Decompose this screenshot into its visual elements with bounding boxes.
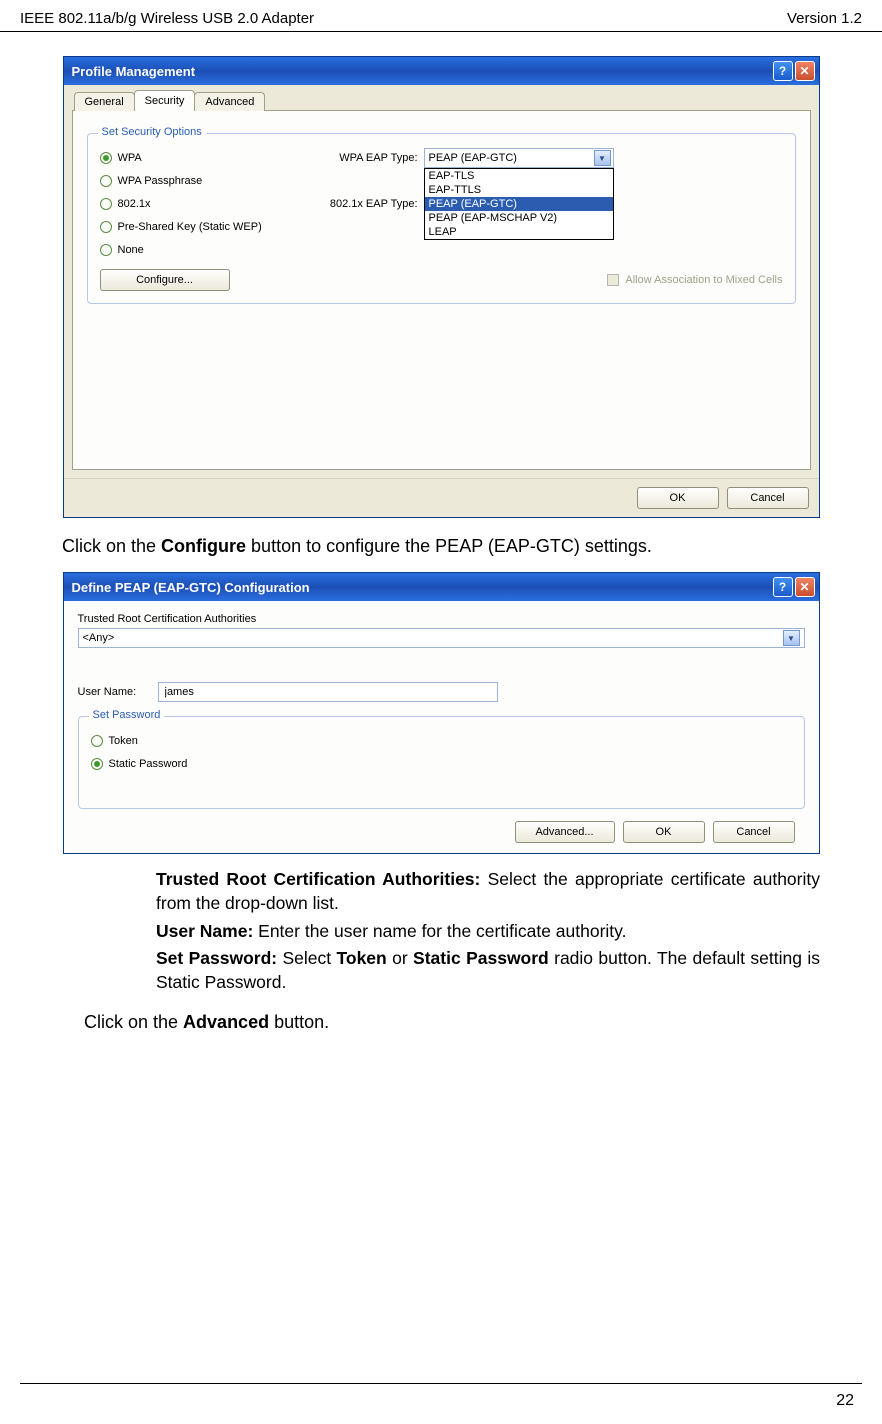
paragraph: Click on the Advanced button.: [84, 1010, 820, 1034]
page-footer-line: [20, 1383, 862, 1384]
radio-label: 802.1x: [118, 198, 308, 210]
radio-psk-wep[interactable]: [100, 221, 112, 233]
radio-wpa[interactable]: [100, 152, 112, 164]
trca-value: <Any>: [83, 632, 783, 644]
titlebar: Profile Management ? ✕: [64, 57, 819, 85]
radio-wpa-passphrase[interactable]: [100, 175, 112, 187]
header-right: Version 1.2: [787, 10, 862, 27]
bullet: [122, 868, 156, 915]
list-item: Set Password: Select Token or Static Pas…: [122, 947, 820, 994]
username-label: User Name:: [78, 686, 158, 698]
ok-button[interactable]: OK: [623, 821, 705, 843]
cancel-button[interactable]: Cancel: [713, 821, 795, 843]
content: Profile Management ? ✕ General Security …: [0, 32, 882, 1035]
mixed-cells-checkbox: [607, 274, 619, 286]
chevron-down-icon[interactable]: ▼: [594, 150, 611, 166]
dialog-footer: Advanced... OK Cancel: [78, 809, 805, 853]
password-groupbox: Set Password Token Static Password: [78, 716, 805, 809]
mixed-cells-label: Allow Association to Mixed Cells: [625, 274, 782, 286]
trca-label: Trusted Root Certification Authorities: [78, 613, 805, 625]
eap-dropdown-list[interactable]: EAP-TLS EAP-TTLS PEAP (EAP-GTC) PEAP (EA…: [424, 168, 614, 240]
8021x-eap-label: 802.1x EAP Type:: [308, 198, 418, 210]
eap-option-selected[interactable]: PEAP (EAP-GTC): [425, 197, 613, 211]
radio-label-wpa: WPA: [118, 152, 308, 164]
radio-static-password[interactable]: [91, 758, 103, 770]
radio-token[interactable]: [91, 735, 103, 747]
tab-general[interactable]: General: [74, 92, 135, 111]
dialog-title: Define PEAP (EAP-GTC) Configuration: [72, 580, 310, 595]
eap-option[interactable]: EAP-TLS: [425, 169, 613, 183]
trca-dropdown[interactable]: <Any> ▼: [78, 628, 805, 648]
radio-label: Static Password: [109, 758, 188, 770]
dialog-title: Profile Management: [72, 64, 196, 79]
radio-label: Pre-Shared Key (Static WEP): [118, 221, 262, 233]
header-left: IEEE 802.11a/b/g Wireless USB 2.0 Adapte…: [20, 10, 314, 27]
cancel-button[interactable]: Cancel: [727, 487, 809, 509]
dropdown-value: PEAP (EAP-GTC): [429, 152, 594, 164]
help-icon[interactable]: ?: [773, 61, 793, 81]
tab-security[interactable]: Security: [134, 90, 196, 111]
titlebar: Define PEAP (EAP-GTC) Configuration ? ✕: [64, 573, 819, 601]
list-item: User Name: Enter the user name for the c…: [122, 920, 820, 944]
peap-config-dialog: Define PEAP (EAP-GTC) Configuration ? ✕ …: [63, 572, 820, 854]
close-icon[interactable]: ✕: [795, 577, 815, 597]
group-legend: Set Security Options: [98, 126, 206, 138]
eap-option[interactable]: PEAP (EAP-MSCHAP V2): [425, 211, 613, 225]
wpa-eap-dropdown[interactable]: PEAP (EAP-GTC) ▼: [424, 148, 614, 168]
radio-none[interactable]: [100, 244, 112, 256]
bullet-list: Trusted Root Certification Authorities: …: [122, 868, 820, 994]
radio-label: None: [118, 244, 308, 256]
page-header: IEEE 802.11a/b/g Wireless USB 2.0 Adapte…: [0, 0, 882, 32]
profile-management-dialog: Profile Management ? ✕ General Security …: [63, 56, 820, 518]
tabpanel: Set Security Options WPA WPA EAP Type: P…: [72, 110, 811, 470]
advanced-button[interactable]: Advanced...: [515, 821, 615, 843]
chevron-down-icon[interactable]: ▼: [783, 630, 800, 646]
configure-button[interactable]: Configure...: [100, 269, 230, 291]
radio-8021x[interactable]: [100, 198, 112, 210]
radio-label: WPA Passphrase: [118, 175, 308, 187]
security-groupbox: Set Security Options WPA WPA EAP Type: P…: [87, 133, 796, 304]
eap-option[interactable]: EAP-TTLS: [425, 183, 613, 197]
username-input[interactable]: [158, 682, 498, 702]
ok-button[interactable]: OK: [637, 487, 719, 509]
close-icon[interactable]: ✕: [795, 61, 815, 81]
wpa-eap-label: WPA EAP Type:: [308, 152, 418, 164]
eap-option[interactable]: LEAP: [425, 225, 613, 239]
page-number: 22: [836, 1392, 854, 1410]
help-icon[interactable]: ?: [773, 577, 793, 597]
bullet: [122, 920, 156, 944]
tabbar: General Security Advanced: [72, 91, 811, 111]
bullet: [122, 947, 156, 994]
paragraph: Click on the Configure button to configu…: [62, 534, 820, 558]
tab-advanced[interactable]: Advanced: [194, 92, 265, 111]
list-item: Trusted Root Certification Authorities: …: [122, 868, 820, 915]
group-legend: Set Password: [89, 709, 165, 721]
dialog-footer: OK Cancel: [64, 478, 819, 517]
radio-label: Token: [109, 735, 138, 747]
